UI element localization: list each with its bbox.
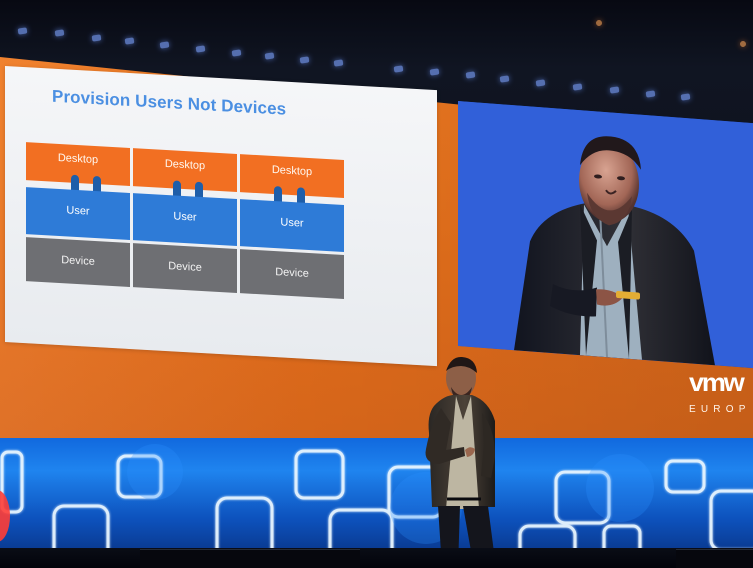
keynote-stage-scene: Provision Users Not Devices Desktop User… bbox=[0, 0, 753, 568]
stage-light-icon bbox=[429, 68, 440, 76]
stage-light-icon bbox=[231, 49, 242, 57]
stage-light-icon bbox=[333, 59, 344, 67]
stage-light-icon bbox=[91, 34, 102, 42]
stage-light-icon bbox=[595, 19, 603, 27]
provisioning-diagram: Desktop User Device Desktop User Device … bbox=[26, 142, 344, 301]
stage-light-icon bbox=[609, 86, 620, 94]
vmware-logo-text: vmw bbox=[689, 369, 745, 397]
presenter-figure-icon bbox=[425, 356, 496, 568]
slide-title: Provision Users Not Devices bbox=[52, 86, 287, 119]
stage-light-icon bbox=[680, 93, 691, 101]
stage-light-icon bbox=[195, 45, 206, 53]
user-block: User bbox=[240, 199, 344, 252]
stage-floor bbox=[0, 548, 753, 568]
stage-monitor bbox=[140, 549, 360, 568]
diagram-column: Desktop User Device bbox=[26, 142, 130, 290]
video-presenter-figure-icon bbox=[458, 101, 753, 369]
stage-light-icon bbox=[572, 83, 583, 91]
stage-light-icon bbox=[645, 90, 656, 98]
stage-light-icon bbox=[393, 65, 404, 73]
brand-subtitle: EUROP bbox=[689, 404, 751, 415]
desktop-block: Desktop bbox=[133, 148, 237, 192]
presentation-slide: Provision Users Not Devices Desktop User… bbox=[5, 66, 437, 367]
user-block: User bbox=[133, 193, 237, 246]
diagram-column: Desktop User Device bbox=[240, 154, 344, 302]
presenter-video-screen bbox=[458, 101, 753, 369]
stage-light-icon bbox=[17, 27, 28, 35]
stage-light-icon bbox=[299, 56, 310, 64]
device-block: Device bbox=[26, 237, 130, 287]
stage-light-icon bbox=[54, 29, 65, 37]
device-block: Device bbox=[133, 243, 237, 293]
stage-light-icon bbox=[535, 79, 546, 87]
stage-light-icon bbox=[739, 40, 747, 48]
stage-light-icon bbox=[124, 37, 135, 45]
stage-monitor bbox=[676, 549, 753, 568]
stage-light-icon bbox=[159, 41, 170, 49]
desktop-block: Desktop bbox=[240, 154, 344, 198]
diagram-column: Desktop User Device bbox=[133, 148, 237, 296]
user-block: User bbox=[26, 187, 130, 240]
vmware-logo: vmw EUROP bbox=[689, 370, 753, 422]
device-block: Device bbox=[240, 249, 344, 299]
stage-light-icon bbox=[499, 75, 510, 83]
stage-light-icon bbox=[264, 52, 275, 60]
stage-light-icon bbox=[465, 71, 476, 79]
